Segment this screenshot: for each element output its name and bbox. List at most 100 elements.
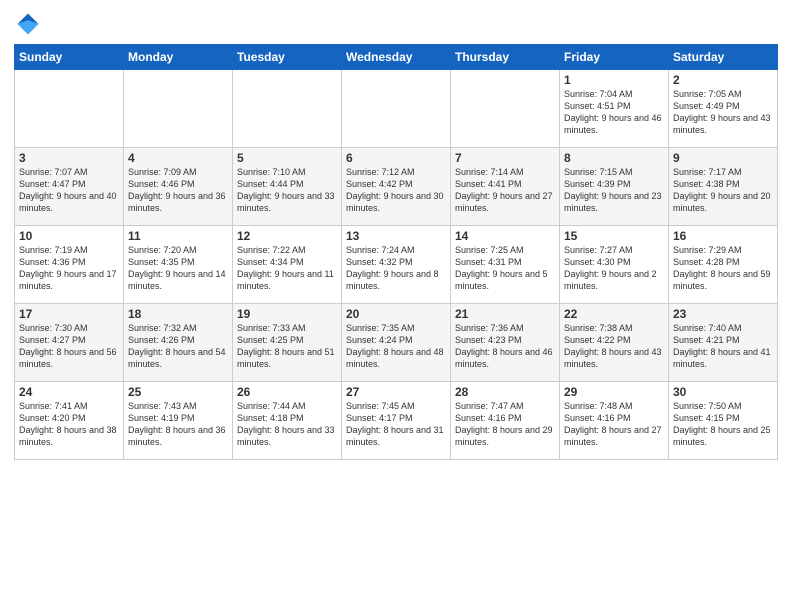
day-number: 27: [346, 385, 446, 399]
day-cell: 1Sunrise: 7:04 AM Sunset: 4:51 PM Daylig…: [560, 70, 669, 148]
day-cell: 19Sunrise: 7:33 AM Sunset: 4:25 PM Dayli…: [233, 304, 342, 382]
day-number: 9: [673, 151, 773, 165]
day-info: Sunrise: 7:36 AM Sunset: 4:23 PM Dayligh…: [455, 322, 555, 371]
day-info: Sunrise: 7:47 AM Sunset: 4:16 PM Dayligh…: [455, 400, 555, 449]
day-number: 11: [128, 229, 228, 243]
week-row-2: 3Sunrise: 7:07 AM Sunset: 4:47 PM Daylig…: [15, 148, 778, 226]
weekday-header-thursday: Thursday: [451, 45, 560, 70]
day-number: 14: [455, 229, 555, 243]
logo-icon: [14, 10, 42, 38]
day-info: Sunrise: 7:38 AM Sunset: 4:22 PM Dayligh…: [564, 322, 664, 371]
week-row-5: 24Sunrise: 7:41 AM Sunset: 4:20 PM Dayli…: [15, 382, 778, 460]
day-info: Sunrise: 7:27 AM Sunset: 4:30 PM Dayligh…: [564, 244, 664, 293]
weekday-header-saturday: Saturday: [669, 45, 778, 70]
weekday-header-wednesday: Wednesday: [342, 45, 451, 70]
day-cell: 7Sunrise: 7:14 AM Sunset: 4:41 PM Daylig…: [451, 148, 560, 226]
day-info: Sunrise: 7:48 AM Sunset: 4:16 PM Dayligh…: [564, 400, 664, 449]
day-number: 30: [673, 385, 773, 399]
day-number: 12: [237, 229, 337, 243]
day-cell: 5Sunrise: 7:10 AM Sunset: 4:44 PM Daylig…: [233, 148, 342, 226]
day-cell: 14Sunrise: 7:25 AM Sunset: 4:31 PM Dayli…: [451, 226, 560, 304]
day-info: Sunrise: 7:41 AM Sunset: 4:20 PM Dayligh…: [19, 400, 119, 449]
day-info: Sunrise: 7:07 AM Sunset: 4:47 PM Dayligh…: [19, 166, 119, 215]
day-info: Sunrise: 7:22 AM Sunset: 4:34 PM Dayligh…: [237, 244, 337, 293]
day-info: Sunrise: 7:10 AM Sunset: 4:44 PM Dayligh…: [237, 166, 337, 215]
week-row-3: 10Sunrise: 7:19 AM Sunset: 4:36 PM Dayli…: [15, 226, 778, 304]
day-info: Sunrise: 7:30 AM Sunset: 4:27 PM Dayligh…: [19, 322, 119, 371]
day-cell: 9Sunrise: 7:17 AM Sunset: 4:38 PM Daylig…: [669, 148, 778, 226]
day-number: 25: [128, 385, 228, 399]
day-cell: 17Sunrise: 7:30 AM Sunset: 4:27 PM Dayli…: [15, 304, 124, 382]
day-cell: 16Sunrise: 7:29 AM Sunset: 4:28 PM Dayli…: [669, 226, 778, 304]
day-cell: 2Sunrise: 7:05 AM Sunset: 4:49 PM Daylig…: [669, 70, 778, 148]
day-info: Sunrise: 7:12 AM Sunset: 4:42 PM Dayligh…: [346, 166, 446, 215]
day-number: 24: [19, 385, 119, 399]
day-number: 13: [346, 229, 446, 243]
day-info: Sunrise: 7:17 AM Sunset: 4:38 PM Dayligh…: [673, 166, 773, 215]
day-number: 18: [128, 307, 228, 321]
day-info: Sunrise: 7:05 AM Sunset: 4:49 PM Dayligh…: [673, 88, 773, 137]
weekday-header-tuesday: Tuesday: [233, 45, 342, 70]
day-cell: 28Sunrise: 7:47 AM Sunset: 4:16 PM Dayli…: [451, 382, 560, 460]
day-info: Sunrise: 7:24 AM Sunset: 4:32 PM Dayligh…: [346, 244, 446, 293]
day-info: Sunrise: 7:20 AM Sunset: 4:35 PM Dayligh…: [128, 244, 228, 293]
day-cell: [124, 70, 233, 148]
weekday-header-friday: Friday: [560, 45, 669, 70]
day-cell: 21Sunrise: 7:36 AM Sunset: 4:23 PM Dayli…: [451, 304, 560, 382]
day-cell: 26Sunrise: 7:44 AM Sunset: 4:18 PM Dayli…: [233, 382, 342, 460]
day-cell: 12Sunrise: 7:22 AM Sunset: 4:34 PM Dayli…: [233, 226, 342, 304]
day-number: 2: [673, 73, 773, 87]
day-info: Sunrise: 7:04 AM Sunset: 4:51 PM Dayligh…: [564, 88, 664, 137]
calendar-table: SundayMondayTuesdayWednesdayThursdayFrid…: [14, 44, 778, 460]
day-cell: 29Sunrise: 7:48 AM Sunset: 4:16 PM Dayli…: [560, 382, 669, 460]
day-number: 5: [237, 151, 337, 165]
day-number: 29: [564, 385, 664, 399]
day-cell: 27Sunrise: 7:45 AM Sunset: 4:17 PM Dayli…: [342, 382, 451, 460]
week-row-1: 1Sunrise: 7:04 AM Sunset: 4:51 PM Daylig…: [15, 70, 778, 148]
day-cell: 24Sunrise: 7:41 AM Sunset: 4:20 PM Dayli…: [15, 382, 124, 460]
day-info: Sunrise: 7:50 AM Sunset: 4:15 PM Dayligh…: [673, 400, 773, 449]
day-cell: [233, 70, 342, 148]
day-number: 3: [19, 151, 119, 165]
day-cell: 10Sunrise: 7:19 AM Sunset: 4:36 PM Dayli…: [15, 226, 124, 304]
day-info: Sunrise: 7:15 AM Sunset: 4:39 PM Dayligh…: [564, 166, 664, 215]
day-cell: 18Sunrise: 7:32 AM Sunset: 4:26 PM Dayli…: [124, 304, 233, 382]
day-cell: 20Sunrise: 7:35 AM Sunset: 4:24 PM Dayli…: [342, 304, 451, 382]
day-info: Sunrise: 7:29 AM Sunset: 4:28 PM Dayligh…: [673, 244, 773, 293]
week-row-4: 17Sunrise: 7:30 AM Sunset: 4:27 PM Dayli…: [15, 304, 778, 382]
day-number: 28: [455, 385, 555, 399]
day-info: Sunrise: 7:32 AM Sunset: 4:26 PM Dayligh…: [128, 322, 228, 371]
day-cell: 13Sunrise: 7:24 AM Sunset: 4:32 PM Dayli…: [342, 226, 451, 304]
day-info: Sunrise: 7:14 AM Sunset: 4:41 PM Dayligh…: [455, 166, 555, 215]
day-cell: 23Sunrise: 7:40 AM Sunset: 4:21 PM Dayli…: [669, 304, 778, 382]
day-number: 10: [19, 229, 119, 243]
day-number: 22: [564, 307, 664, 321]
day-number: 16: [673, 229, 773, 243]
weekday-header-monday: Monday: [124, 45, 233, 70]
day-info: Sunrise: 7:09 AM Sunset: 4:46 PM Dayligh…: [128, 166, 228, 215]
day-info: Sunrise: 7:40 AM Sunset: 4:21 PM Dayligh…: [673, 322, 773, 371]
day-info: Sunrise: 7:45 AM Sunset: 4:17 PM Dayligh…: [346, 400, 446, 449]
day-number: 17: [19, 307, 119, 321]
day-number: 20: [346, 307, 446, 321]
day-cell: 11Sunrise: 7:20 AM Sunset: 4:35 PM Dayli…: [124, 226, 233, 304]
page-container: SundayMondayTuesdayWednesdayThursdayFrid…: [0, 0, 792, 466]
day-cell: 22Sunrise: 7:38 AM Sunset: 4:22 PM Dayli…: [560, 304, 669, 382]
day-number: 15: [564, 229, 664, 243]
day-cell: 30Sunrise: 7:50 AM Sunset: 4:15 PM Dayli…: [669, 382, 778, 460]
day-info: Sunrise: 7:35 AM Sunset: 4:24 PM Dayligh…: [346, 322, 446, 371]
day-info: Sunrise: 7:19 AM Sunset: 4:36 PM Dayligh…: [19, 244, 119, 293]
day-cell: 6Sunrise: 7:12 AM Sunset: 4:42 PM Daylig…: [342, 148, 451, 226]
day-cell: [342, 70, 451, 148]
day-info: Sunrise: 7:33 AM Sunset: 4:25 PM Dayligh…: [237, 322, 337, 371]
day-info: Sunrise: 7:43 AM Sunset: 4:19 PM Dayligh…: [128, 400, 228, 449]
day-cell: 15Sunrise: 7:27 AM Sunset: 4:30 PM Dayli…: [560, 226, 669, 304]
day-number: 1: [564, 73, 664, 87]
day-number: 21: [455, 307, 555, 321]
day-info: Sunrise: 7:44 AM Sunset: 4:18 PM Dayligh…: [237, 400, 337, 449]
day-number: 19: [237, 307, 337, 321]
day-info: Sunrise: 7:25 AM Sunset: 4:31 PM Dayligh…: [455, 244, 555, 293]
header: [14, 10, 778, 38]
day-number: 26: [237, 385, 337, 399]
day-number: 6: [346, 151, 446, 165]
